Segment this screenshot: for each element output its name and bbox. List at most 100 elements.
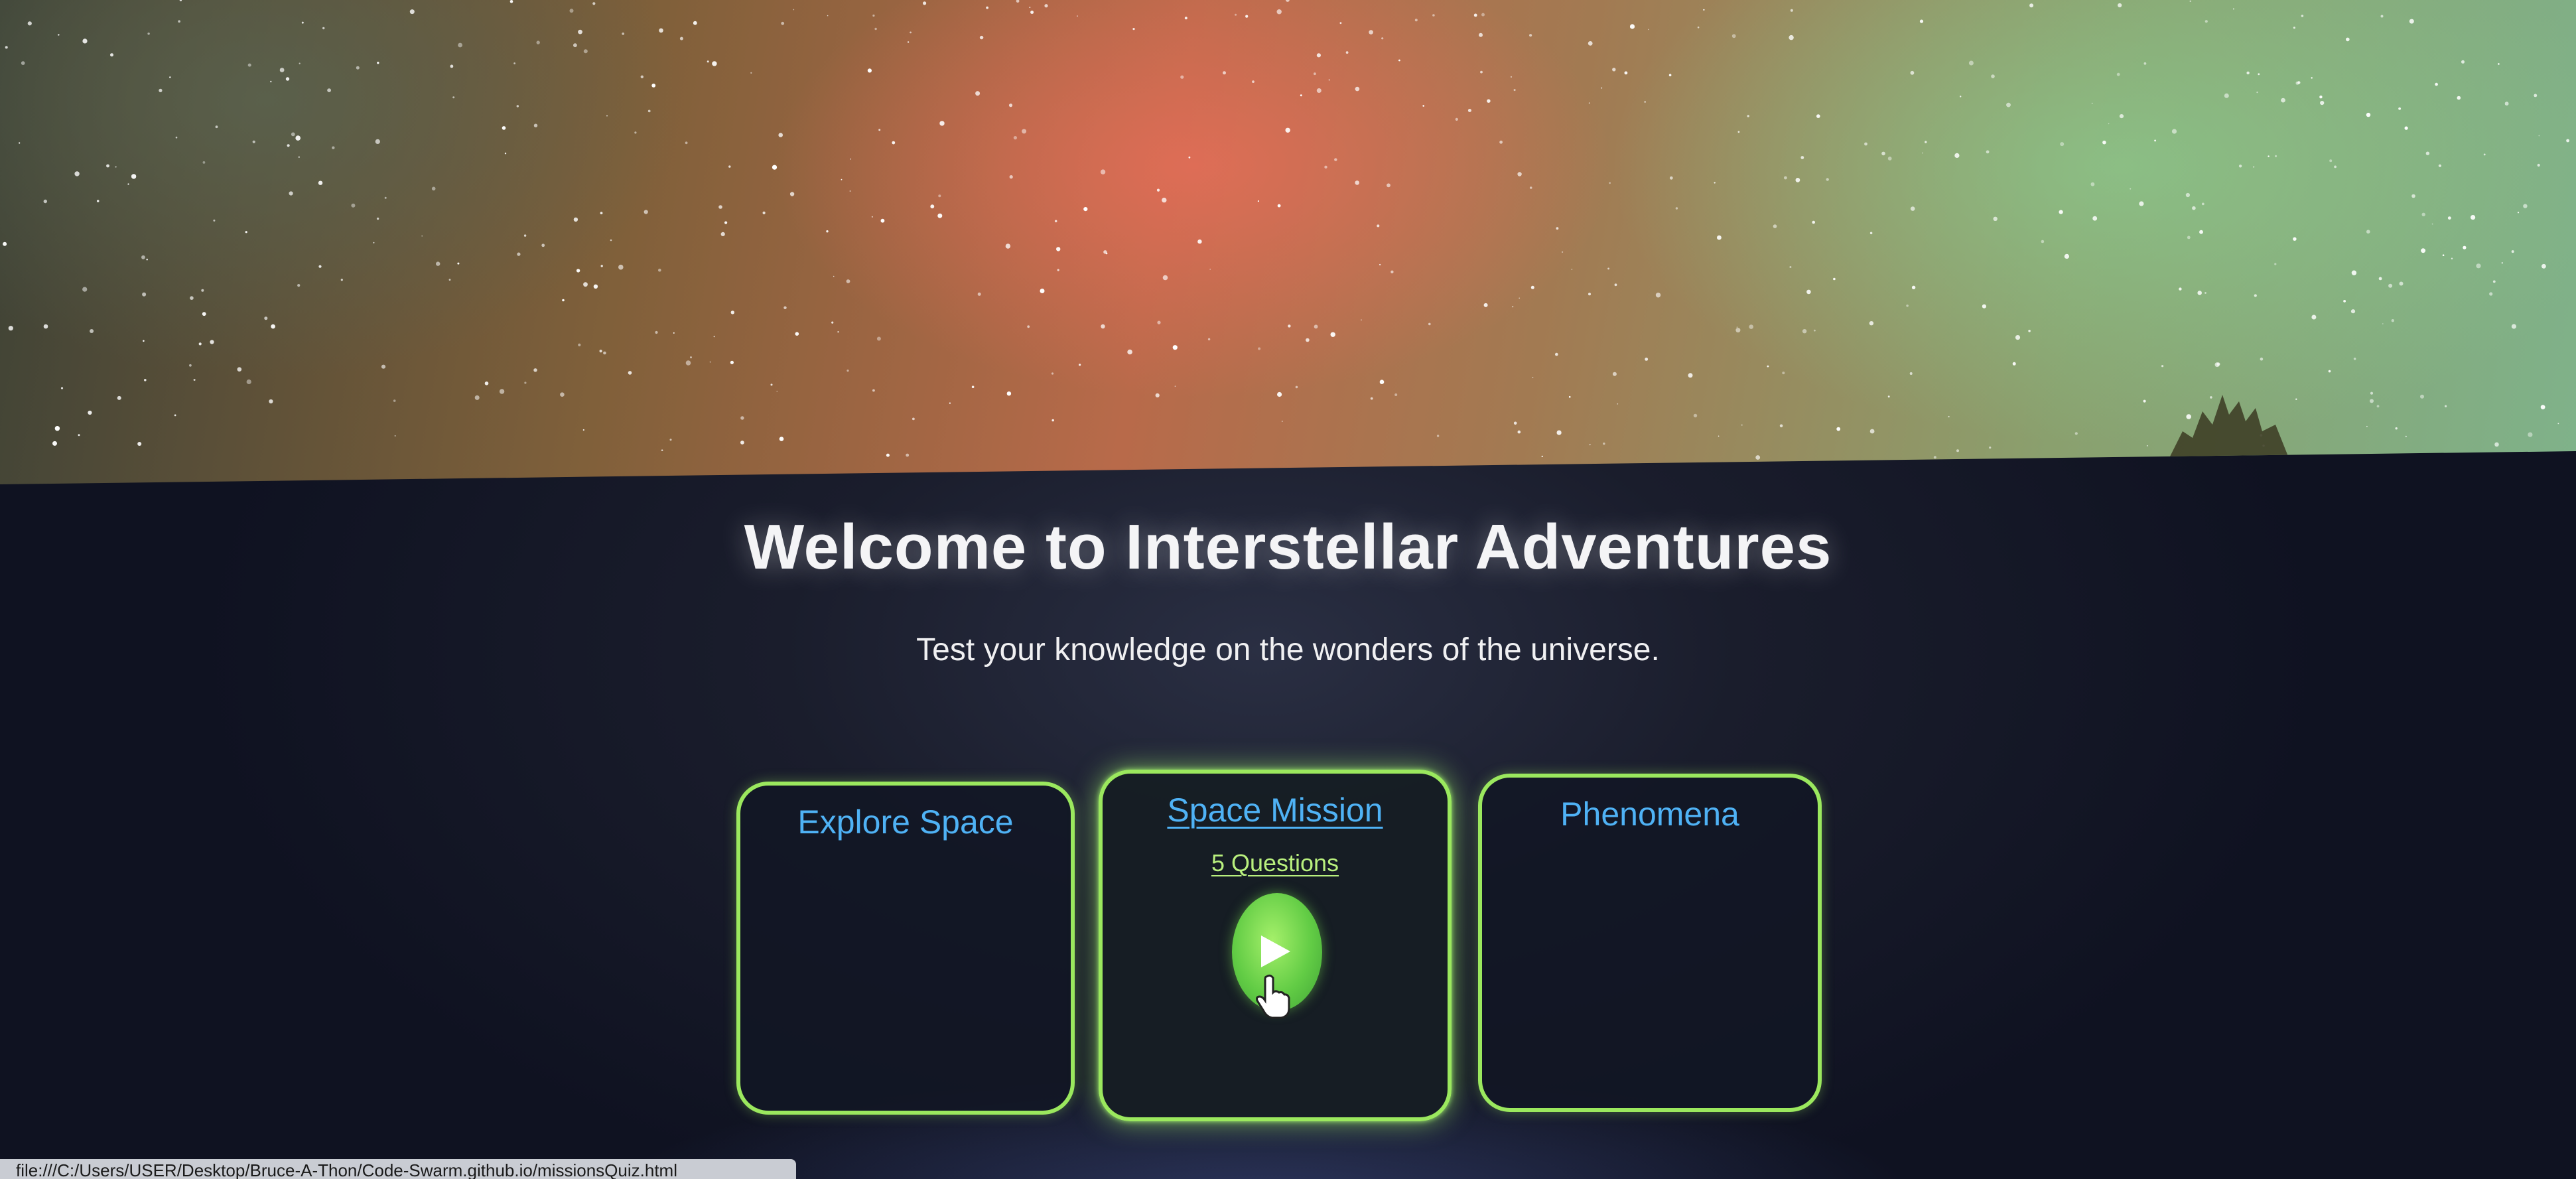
star-dot	[907, 41, 910, 43]
star-dot	[776, 390, 778, 392]
star-dot	[143, 340, 145, 342]
star-dot	[600, 265, 603, 267]
star-dot	[1100, 169, 1106, 174]
star-dot	[2328, 370, 2331, 373]
star-dot	[779, 437, 784, 441]
star-dot	[669, 439, 672, 441]
star-dot	[2295, 398, 2297, 400]
star-dot	[1174, 385, 1176, 387]
star-dot	[90, 329, 94, 333]
star-dot	[1612, 68, 1616, 72]
star-dot	[175, 136, 178, 139]
star-dot	[1614, 283, 1617, 287]
star-dot	[2431, 223, 2433, 225]
star-dot	[1556, 430, 1562, 435]
star-dot	[271, 324, 275, 329]
star-dot	[2006, 102, 2011, 107]
star-dot	[1609, 182, 1611, 184]
star-dot	[322, 27, 325, 30]
play-icon	[1261, 936, 1290, 967]
star-dot	[1767, 365, 1769, 368]
star-dot	[393, 399, 396, 402]
star-dot	[2293, 237, 2297, 241]
star-dot	[1295, 385, 1298, 389]
star-dot	[1432, 14, 1435, 17]
questions-count-link[interactable]: 5 Questions	[1103, 849, 1448, 877]
star-dot	[606, 115, 608, 117]
star-dot	[2171, 129, 2177, 134]
star-dot	[2483, 153, 2486, 156]
star-dot	[1481, 13, 1485, 17]
star-dot	[1960, 96, 1962, 98]
star-dot	[1982, 304, 1986, 309]
star-dot	[762, 211, 766, 214]
star-dot	[1795, 178, 1800, 182]
star-dot	[1530, 285, 1534, 289]
card-title-phenomena[interactable]: Phenomena	[1482, 795, 1818, 833]
star-dot	[2254, 294, 2257, 297]
card-title-space-mission[interactable]: Space Mission	[1103, 791, 1448, 829]
star-dot	[1968, 60, 1974, 66]
star-dot	[436, 261, 441, 266]
star-dot	[2528, 432, 2533, 437]
star-dot	[1180, 75, 1184, 79]
star-dot	[1648, 29, 1649, 31]
star-dot	[1127, 349, 1132, 355]
card-phenomena[interactable]: Phenomena	[1478, 774, 1822, 1112]
star-dot	[2517, 212, 2520, 214]
star-dot	[1644, 101, 1646, 103]
star-dot	[198, 342, 202, 346]
card-space-mission[interactable]: Space Mission 5 Questions	[1099, 770, 1452, 1121]
star-dot	[644, 210, 648, 214]
star-dot	[1802, 329, 1807, 334]
star-dot	[740, 441, 744, 445]
star-dot	[58, 34, 60, 36]
hero-starfield-image	[0, 0, 2576, 484]
star-dot	[2489, 292, 2493, 296]
star-dot	[517, 252, 521, 256]
card-explore-space[interactable]: Explore Space	[736, 782, 1075, 1115]
star-dot	[2258, 73, 2260, 76]
star-dot	[189, 364, 192, 367]
star-dot	[2501, 262, 2503, 264]
star-dot	[1519, 297, 1520, 299]
star-dot	[2320, 101, 2325, 105]
star-dot	[2293, 27, 2295, 29]
star-dot	[2405, 435, 2407, 437]
star-dot	[1355, 86, 1360, 92]
star-dot	[770, 383, 773, 386]
star-dot	[2161, 365, 2164, 368]
star-dot	[2199, 230, 2203, 234]
star-dot	[730, 360, 734, 364]
star-dot	[2130, 188, 2132, 190]
star-dot	[2404, 126, 2408, 130]
star-dot	[270, 80, 272, 83]
star-dot	[1258, 347, 1261, 350]
star-dot	[2060, 142, 2065, 147]
star-dot	[707, 60, 709, 63]
star-dot	[1013, 136, 1017, 140]
star-dot	[1789, 35, 1794, 40]
star-dot	[2260, 357, 2264, 361]
card-title-explore-space[interactable]: Explore Space	[740, 803, 1071, 841]
star-dot	[1869, 429, 1875, 434]
star-dot	[1083, 207, 1088, 212]
star-dot	[247, 63, 251, 67]
star-dot	[384, 196, 387, 199]
star-dot	[2442, 254, 2445, 257]
star-dot	[144, 379, 147, 381]
star-dot	[2204, 20, 2208, 23]
page-title: Welcome to Interstellar Adventures	[744, 512, 1832, 583]
star-dot	[560, 392, 565, 397]
star-dot	[1718, 435, 1720, 437]
star-dot	[837, 331, 839, 333]
star-dot	[2012, 362, 2016, 366]
star-dot	[1555, 352, 1558, 356]
star-dot	[1044, 4, 1048, 8]
star-dot	[264, 316, 268, 320]
star-dot	[127, 183, 129, 185]
star-dot	[2425, 151, 2430, 155]
star-dot	[1316, 88, 1322, 93]
star-dot	[971, 385, 975, 388]
star-dot	[1517, 172, 1522, 176]
